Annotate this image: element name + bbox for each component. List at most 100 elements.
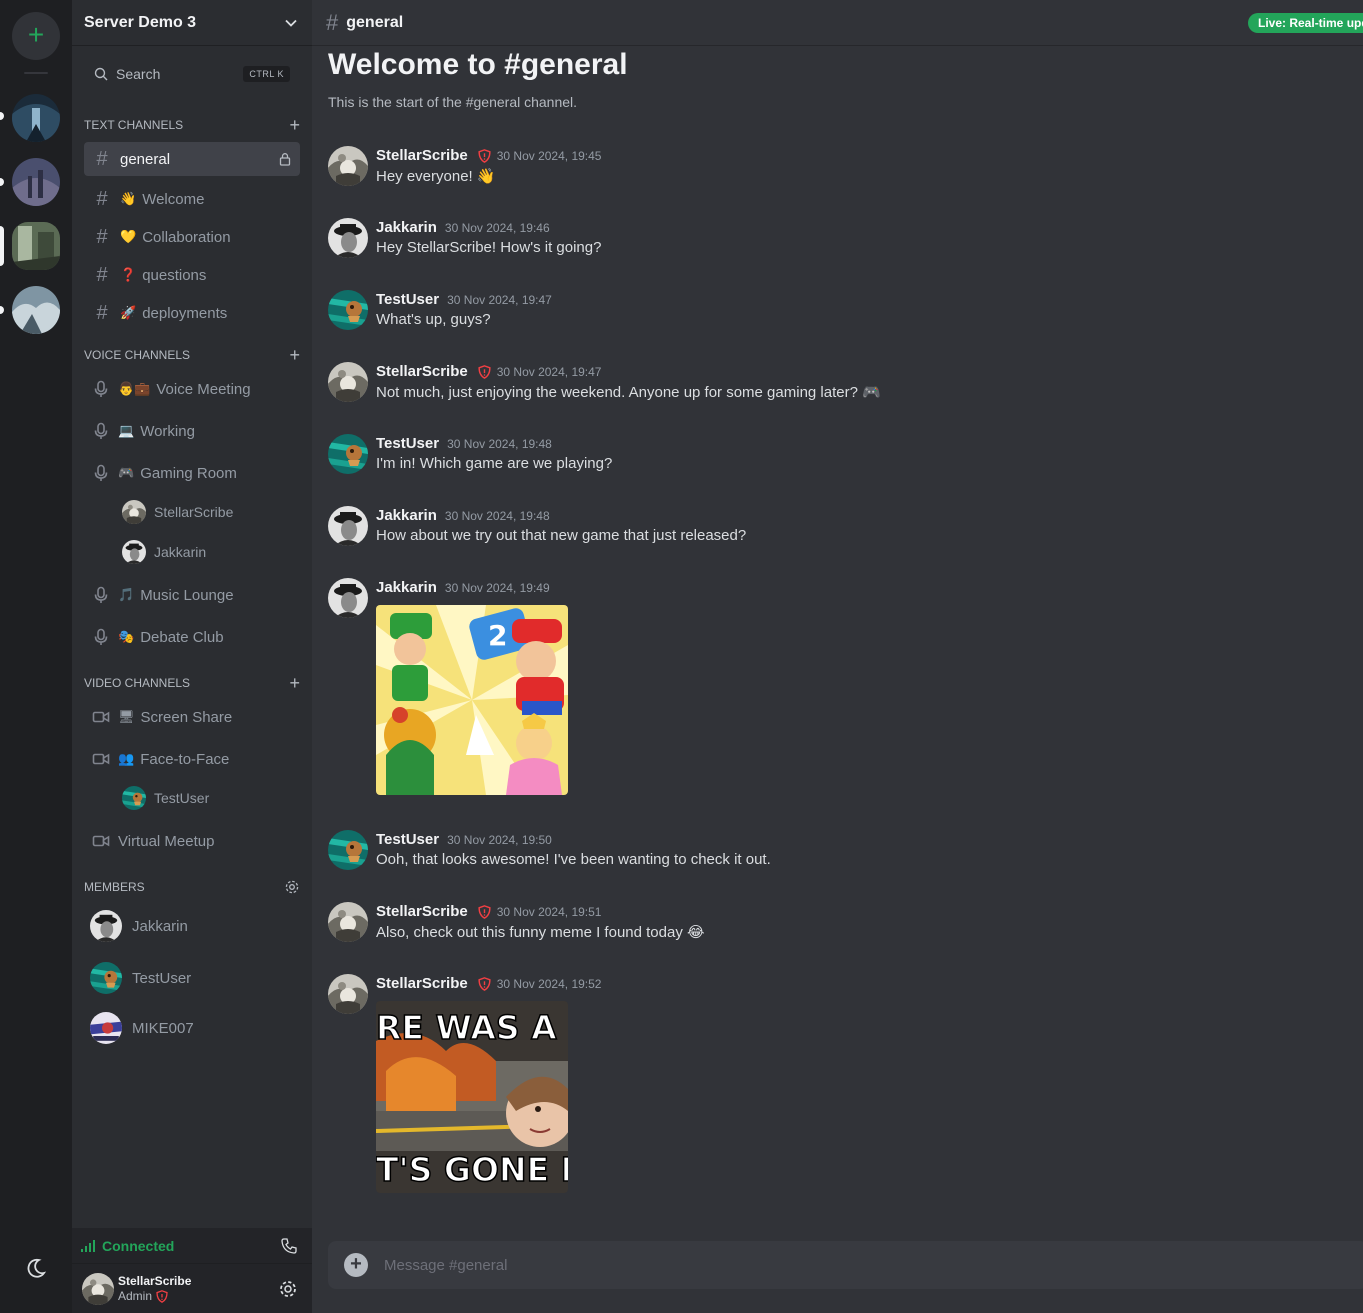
- video-user[interactable]: TestUser: [122, 784, 209, 812]
- message-timestamp: 30 Nov 2024, 19:48: [444, 508, 550, 523]
- voice-user[interactable]: Jakkarin: [122, 538, 206, 566]
- section-label: TEXT CHANNELS: [84, 118, 184, 132]
- avatar[interactable]: [328, 146, 368, 186]
- channel-questions[interactable]: # ❓ questions: [84, 258, 300, 292]
- channel-welcome[interactable]: # 👋 Welcome: [84, 182, 300, 216]
- video-channel-face-to-face[interactable]: 👥 Face-to-Face: [84, 742, 300, 776]
- search-label: Search: [116, 66, 161, 82]
- camera-icon: [92, 750, 110, 768]
- add-channel-icon[interactable]: +: [289, 346, 300, 364]
- video-channel-virtual-meetup[interactable]: Virtual Meetup: [84, 824, 300, 858]
- member-item[interactable]: TestUser: [90, 960, 191, 996]
- phone-icon[interactable]: [280, 1237, 298, 1255]
- message-author[interactable]: Jakkarin: [376, 507, 437, 524]
- message-text: Ooh, that looks awesome! I've been wanti…: [376, 851, 771, 868]
- add-channel-icon[interactable]: +: [289, 674, 300, 692]
- gear-icon[interactable]: [284, 879, 300, 895]
- message-author[interactable]: StellarScribe: [376, 363, 468, 380]
- avatar: [90, 962, 122, 994]
- admin-shield-icon: [478, 149, 491, 163]
- channel-emoji: 🖥: [118, 709, 135, 724]
- chevron-down-icon: [285, 19, 297, 27]
- member-item[interactable]: Jakkarin: [90, 908, 188, 944]
- avatar: [122, 540, 146, 564]
- voice-channel-working[interactable]: 💻 Working: [84, 414, 300, 448]
- channel-name: Music Lounge: [140, 586, 234, 604]
- text-channels-header[interactable]: TEXT CHANNELS +: [84, 116, 300, 134]
- voice-channel-voice-meeting[interactable]: 👨💼 Voice Meeting: [84, 372, 300, 406]
- avatar[interactable]: [328, 974, 368, 1014]
- channel-emoji: 👨💼: [118, 381, 151, 396]
- voice-connection-bar: Connected: [72, 1228, 312, 1264]
- voice-user-name: StellarScribe: [154, 504, 234, 520]
- avatar[interactable]: [328, 434, 368, 474]
- search-icon: [94, 67, 108, 81]
- message-text: What's up, guys?: [376, 311, 491, 328]
- voice-user-name: Jakkarin: [154, 544, 207, 560]
- image-attachment-meme[interactable]: RE WAS A SPI T'S GONE NOV: [376, 1001, 568, 1193]
- message-author[interactable]: TestUser: [376, 831, 439, 848]
- attach-plus-icon[interactable]: +: [344, 1253, 368, 1277]
- camera-icon: [92, 832, 110, 850]
- member-name: TestUser: [132, 969, 192, 987]
- add-channel-icon[interactable]: +: [289, 116, 300, 134]
- channel-name: Gaming Room: [140, 464, 237, 482]
- channel-name: general: [120, 150, 171, 168]
- message-author[interactable]: StellarScribe: [376, 975, 468, 992]
- message-text: Hey StellarScribe! How's it going?: [376, 239, 602, 256]
- avatar[interactable]: [328, 578, 368, 618]
- settings-gear-icon[interactable]: [278, 1279, 298, 1299]
- channel-name: questions: [142, 266, 207, 284]
- video-channels-header[interactable]: VIDEO CHANNELS +: [84, 674, 300, 692]
- server-header[interactable]: Server Demo 3: [72, 0, 312, 46]
- avatar[interactable]: [328, 218, 368, 258]
- voice-channel-music-lounge[interactable]: 🎵 Music Lounge: [84, 578, 300, 612]
- voice-channel-debate-club[interactable]: 🎭 Debate Club: [84, 620, 300, 654]
- channel-deployments[interactable]: # 🚀 deployments: [84, 296, 300, 330]
- message-author[interactable]: Jakkarin: [376, 219, 437, 236]
- server-icon-4[interactable]: [12, 286, 60, 334]
- avatar[interactable]: [82, 1273, 114, 1305]
- message-text: How about we try out that new game that …: [376, 527, 747, 544]
- member-item[interactable]: MIKE007: [90, 1010, 194, 1046]
- server-icon-2[interactable]: [12, 158, 60, 206]
- channel-sidebar: Server Demo 3 Search CTRL K TEXT CHANNEL…: [72, 0, 312, 1313]
- search-shortcut: CTRL K: [243, 66, 290, 82]
- message-input[interactable]: [384, 1256, 1284, 1274]
- server-rail: +: [0, 0, 72, 1313]
- unread-indicator: [0, 178, 4, 186]
- channel-name: Debate Club: [140, 628, 224, 646]
- message-author[interactable]: Jakkarin: [376, 579, 437, 596]
- channel-emoji: 🎮: [118, 465, 135, 480]
- server-icon-3[interactable]: [12, 222, 60, 270]
- message-text: Also, check out this funny meme I found …: [376, 924, 705, 941]
- image-attachment-game[interactable]: 2: [376, 605, 568, 795]
- message-author[interactable]: TestUser: [376, 435, 439, 452]
- unread-indicator: [0, 306, 4, 314]
- search-button[interactable]: Search CTRL K: [84, 58, 300, 90]
- member-name: MIKE007: [132, 1019, 194, 1037]
- video-channel-screen-share[interactable]: 🖥 Screen Share: [84, 700, 300, 734]
- avatar[interactable]: [328, 902, 368, 942]
- video-user-name: TestUser: [154, 790, 210, 806]
- avatar[interactable]: [328, 362, 368, 402]
- voice-channel-gaming-room[interactable]: 🎮 Gaming Room: [84, 456, 300, 490]
- message-author[interactable]: StellarScribe: [376, 903, 468, 920]
- channel-emoji: 🎵: [118, 587, 135, 602]
- avatar[interactable]: [328, 830, 368, 870]
- voice-channels-header[interactable]: VOICE CHANNELS +: [84, 346, 300, 364]
- voice-user[interactable]: StellarScribe: [122, 498, 233, 526]
- channel-name: Welcome: [142, 190, 205, 208]
- members-header: MEMBERS: [84, 878, 300, 896]
- avatar[interactable]: [328, 506, 368, 546]
- meme-bottom-text: T'S GONE NOV: [376, 1150, 568, 1189]
- channel-general[interactable]: # general: [84, 142, 300, 176]
- channel-collaboration[interactable]: # 💛 Collaboration: [84, 220, 300, 254]
- channel-emoji: 🚀: [120, 305, 137, 320]
- moon-icon[interactable]: [24, 1256, 48, 1280]
- server-icon-1[interactable]: [12, 94, 60, 142]
- add-server-button[interactable]: +: [12, 12, 60, 60]
- message-author[interactable]: StellarScribe: [376, 147, 468, 164]
- avatar[interactable]: [328, 290, 368, 330]
- message-author[interactable]: TestUser: [376, 291, 439, 308]
